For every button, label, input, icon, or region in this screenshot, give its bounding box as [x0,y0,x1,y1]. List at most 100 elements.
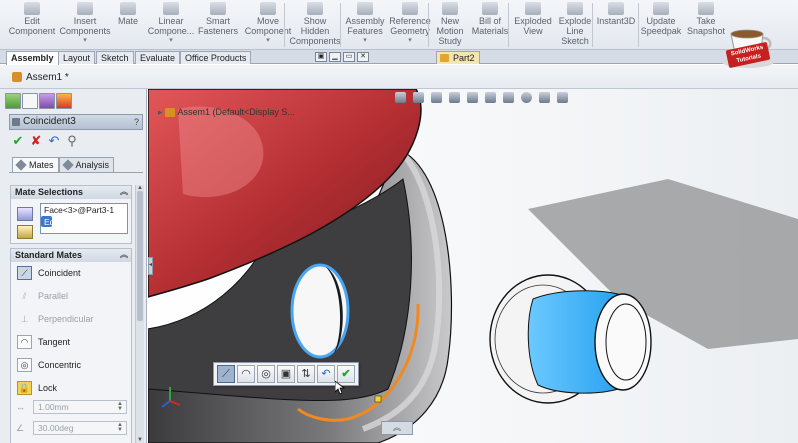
expand-arrow-icon[interactable]: ▸ [158,107,163,117]
tab-mates[interactable]: Mates [12,157,59,172]
panel-collapse-handle[interactable]: ◂ [148,257,153,275]
tab-assembly[interactable]: Assembly [6,51,59,65]
mate-selections-list[interactable]: Face<3>@Part3-1 Edge<1>@Part2-1 [40,203,128,234]
ok-button[interactable]: ✔ [12,134,24,147]
standard-mates-header[interactable]: Standard Mates ︽ [11,249,131,262]
property-manager-title-text: Coincident3 [23,116,76,127]
ribbon-button-label: Components [289,36,341,46]
spinner-arrows-icon[interactable]: ▲ ▼ [117,422,125,433]
tab-office-products[interactable]: Office Products [180,51,252,64]
ribbon-button-label: Mate [117,16,138,26]
mate-coincident[interactable]: ⟋ Coincident [14,264,130,282]
list-item[interactable]: Face<3>@Part3-1 [41,204,127,216]
multiple-mate-icon[interactable] [17,225,33,239]
linear-pattern-button[interactable]: Linear Compone... ▾ [148,0,194,50]
section-view-icon[interactable] [449,92,460,103]
expand-panel-toggle[interactable]: ︽ [381,421,413,435]
view-orientation-icon[interactable] [467,92,478,103]
selection-marker [374,395,382,403]
ribbon-separator [428,3,429,47]
previous-view-icon[interactable] [431,92,442,103]
update-speedpak-button[interactable]: Update Speedpak [641,0,681,50]
cancel-button[interactable]: ✘ [30,134,42,147]
tile-window-button[interactable]: ▭ [343,52,355,62]
coincident-icon[interactable]: ⟋ [217,365,235,383]
zoom-to-fit-icon[interactable] [395,92,406,103]
explode-line-sketch-icon [567,2,583,15]
distance-icon: ↔ [16,402,25,412]
scroll-down-icon[interactable]: ▼ [136,437,144,443]
ribbon-button-label: Edit [24,16,40,26]
edit-appearance-icon[interactable] [521,92,532,103]
tab-evaluate[interactable]: Evaluate [135,51,181,64]
distance-spinbox[interactable]: 1.00mm ▲ ▼ [33,400,127,414]
dropdown-arrow-icon[interactable]: ▾ [266,36,270,46]
feature-manager-tab[interactable] [5,93,21,109]
mate-tangent[interactable]: ◠ Tangent [14,333,130,351]
ribbon-button-label: Compone... [147,26,195,36]
view-settings-icon[interactable] [557,92,568,103]
mate-button[interactable]: Mate [114,0,142,50]
edit-component-button[interactable]: Edit Component [8,0,56,50]
manager-tabs [5,93,72,109]
dropdown-arrow-icon[interactable]: ▾ [83,36,87,46]
dropdown-arrow-icon[interactable]: ▾ [408,36,412,46]
help-button[interactable]: ? [134,115,139,129]
mouse-pointer-icon [335,381,345,395]
property-manager-actions: ✔ ✘ ↶ ⚲ [12,134,78,147]
show-hidden-button[interactable]: Show Hidden Components [289,0,341,50]
mate-lock[interactable]: 🔒 Lock [14,379,130,397]
list-item[interactable]: Edge<1>@Part2-1 [41,216,52,227]
zoom-area-icon[interactable] [413,92,424,103]
flyout-feature-tree[interactable]: ▸ Assem1 (Default<Display S... [158,107,295,118]
pushpin-button[interactable]: ⚲ [66,134,78,147]
instant3d-button[interactable]: Instant3D [596,0,636,50]
display-style-icon[interactable] [485,92,496,103]
document-tab-part2[interactable]: Part2 [436,51,480,64]
smart-fasteners-button[interactable]: Smart Fasteners [198,0,238,50]
angle-spinbox[interactable]: 30.00deg ▲ ▼ [33,421,127,435]
restore-window-button[interactable]: ▣ [315,52,327,62]
assembly-features-button[interactable]: Assembly Features ▾ [345,0,385,50]
hide-show-icon[interactable] [503,92,514,103]
undo-button[interactable]: ↶ [48,134,60,147]
chevron-up-icon[interactable]: ︽ [120,249,128,261]
panel-scrollbar[interactable]: ▲ ▼ [135,185,144,443]
dropdown-arrow-icon[interactable]: ▾ [169,36,173,46]
graphics-area[interactable]: ▸ Assem1 (Default<Display S... ◂ ⟋ ◠ ◎ ▣ … [148,89,798,443]
apply-scene-icon[interactable] [539,92,550,103]
tangent-icon[interactable]: ◠ [237,365,255,383]
tab-analysis-label: Analysis [75,160,110,170]
tab-analysis[interactable]: Analysis [58,157,115,172]
mate-selections-header[interactable]: Mate Selections ︽ [11,186,131,199]
mate-parallel[interactable]: ⫽ Parallel [14,287,130,305]
dropdown-arrow-icon[interactable]: ▾ [363,36,367,46]
spinner-arrows-icon[interactable]: ▲ ▼ [117,401,125,412]
scrollbar-thumb[interactable] [137,191,143,321]
part-icon [440,54,449,62]
new-motion-study-button[interactable]: New Motion Study [433,0,467,50]
close-window-button[interactable]: ✕ [357,52,369,62]
display-manager-tab[interactable] [56,93,72,109]
property-manager-tab[interactable] [22,93,38,109]
reference-geometry-button[interactable]: Reference Geometry ▾ [388,0,432,50]
ribbon-button-label: Explode [558,16,592,26]
insert-components-button[interactable]: Insert Components ▾ [58,0,112,50]
mate-perpendicular[interactable]: ⊥ Perpendicular [14,310,130,328]
tab-layout[interactable]: Layout [58,51,96,64]
flip-alignment-icon[interactable]: ⇅ [297,365,315,383]
selected-hole-face[interactable] [290,263,350,359]
exploded-view-button[interactable]: Exploded View [513,0,553,50]
configuration-manager-tab[interactable] [39,93,55,109]
tab-sketch[interactable]: Sketch [96,51,134,64]
ribbon-button-label: Fasteners [197,26,239,36]
mate-concentric[interactable]: ◎ Concentric [14,356,130,374]
concentric-icon[interactable]: ◎ [257,365,275,383]
minimize-window-button[interactable]: ▁ [329,52,341,62]
chevron-up-icon[interactable]: ︽ [120,186,128,198]
undo-icon[interactable]: ↶ [317,365,335,383]
lock-icon[interactable]: ▣ [277,365,295,383]
mate-label: Concentric [38,360,82,370]
explode-line-sketch-button[interactable]: Explode Line Sketch [557,0,593,50]
bill-of-materials-button[interactable]: Bill of Materials [472,0,508,50]
